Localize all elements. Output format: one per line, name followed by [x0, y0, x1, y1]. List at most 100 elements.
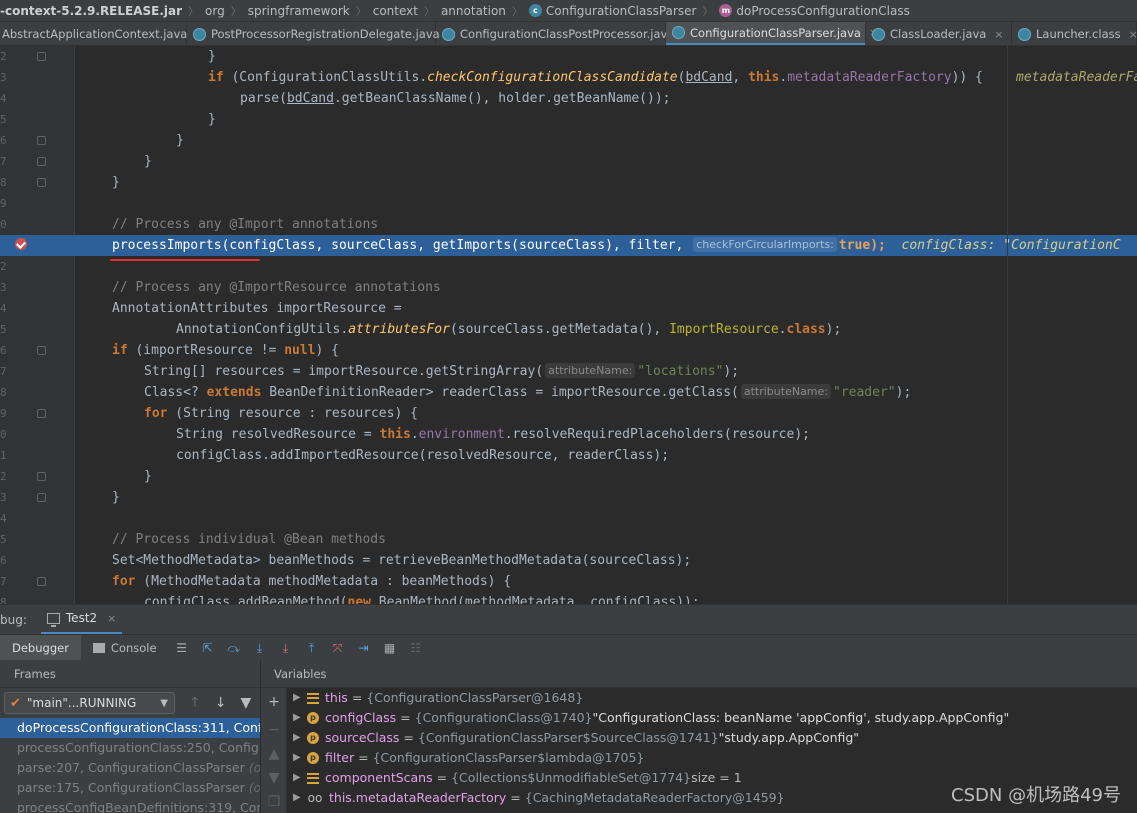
arrow-down-icon[interactable]: ↓: [215, 695, 227, 711]
line-number: 0: [0, 218, 7, 231]
close-icon[interactable]: ×: [107, 612, 116, 625]
variable-row[interactable]: ▶ this = {ConfigurationClassParser@1648}: [287, 688, 1137, 708]
filter-icon[interactable]: ▼: [240, 695, 251, 711]
breadcrumb-jar[interactable]: -context-5.2.9.RELEASE.jar: [0, 4, 182, 18]
fold-marker-icon[interactable]: [37, 409, 46, 418]
line-number: 7: [0, 365, 7, 378]
breadcrumb-separator-icon: 〉: [355, 4, 367, 18]
current-execution-line[interactable]: processImports(configClass, sourceClass,…: [0, 235, 1137, 256]
add-watch-icon[interactable]: +: [267, 694, 281, 710]
editor-gutter[interactable]: 2 3 4 5 6 7 8 9 0 1 2 3 4 5 6 7 8 9 0 1 …: [0, 46, 75, 604]
step-into-icon[interactable]: ⤓: [253, 641, 267, 655]
field-icon: [307, 772, 319, 784]
tab-abstract-application-context[interactable]: AbstractApplicationContext.java×: [0, 22, 205, 45]
force-step-into-icon[interactable]: ⤓: [279, 641, 293, 655]
tab-console-label: Console: [110, 640, 157, 655]
tab-class-loader[interactable]: ClassLoader.java ×: [866, 22, 1012, 45]
stack-frame[interactable]: parse:207, ConfigurationClassParser (org…: [0, 758, 260, 778]
console-icon: [92, 642, 105, 653]
expand-arrow-icon[interactable]: ▶: [293, 708, 307, 728]
trace-stream-icon[interactable]: ☷: [409, 641, 423, 655]
line-number: 5: [0, 323, 7, 336]
tab-console[interactable]: Console: [81, 635, 169, 661]
remove-watch-icon[interactable]: −: [267, 722, 281, 738]
tab-label: ConfigurationClassPostProcessor.java: [460, 27, 675, 41]
breadcrumb-separator-icon: 〉: [511, 4, 523, 18]
fold-marker-icon[interactable]: [37, 178, 46, 187]
code-line: }: [176, 133, 184, 148]
code-line: configClass.addImportedResource(resolved…: [176, 448, 670, 463]
variable-row[interactable]: ▶ p sourceClass = {ConfigurationClassParser$…: [287, 728, 1137, 748]
expand-arrow-icon[interactable]: ▶: [293, 788, 307, 808]
code-line: if (importResource != null) {: [112, 343, 339, 358]
class-icon: c: [528, 4, 542, 17]
run-to-cursor-icon[interactable]: ⇥: [357, 641, 371, 655]
line-number: 8: [0, 176, 7, 189]
code-line: Class<? extends BeanDefinitionReader> re…: [144, 384, 912, 400]
expand-arrow-icon[interactable]: ▶: [293, 728, 307, 748]
tab-post-processor-registration-delegate[interactable]: PostProcessorRegistrationDelegate.java×: [187, 22, 457, 45]
code-line: }: [144, 154, 152, 169]
step-out-icon[interactable]: ⤒: [305, 641, 319, 655]
fold-marker-icon[interactable]: [37, 346, 46, 355]
watch-glasses-icon: oo: [307, 791, 323, 805]
move-down-icon[interactable]: ▼: [267, 770, 281, 786]
breadcrumb-item-annotation[interactable]: annotation: [441, 4, 506, 18]
tab-configuration-class-parser[interactable]: ConfigurationClassParser.java×: [666, 22, 878, 45]
stack-frame[interactable]: parse:175, ConfigurationClassParser (org…: [0, 778, 260, 798]
step-over-icon[interactable]: ⤼: [227, 641, 241, 655]
frames-title: Frames: [0, 660, 260, 688]
tab-configuration-class-post-processor[interactable]: ConfigurationClassPostProcessor.java×: [436, 22, 692, 45]
variables-title: Variables: [261, 660, 1137, 688]
close-icon[interactable]: ×: [1129, 28, 1137, 41]
expand-arrow-icon[interactable]: ▶: [293, 688, 307, 708]
breadcrumb-class[interactable]: c ConfigurationClassParser: [528, 4, 696, 18]
breadcrumb-method[interactable]: m doProcessConfigurationClass: [719, 4, 910, 18]
fold-marker-icon[interactable]: [37, 493, 46, 502]
variable-row[interactable]: ▶ p filter = {ConfigurationClassParser$lambd…: [287, 748, 1137, 768]
layout-menu-icon[interactable]: ☰: [175, 641, 189, 655]
evaluate-expression-icon[interactable]: ▦: [383, 641, 397, 655]
stack-frame[interactable]: processConfigBeanDefinitions:319, Config: [0, 798, 260, 813]
fold-marker-icon[interactable]: [37, 136, 46, 145]
breadcrumb-item-org[interactable]: org: [205, 4, 225, 18]
tab-debugger[interactable]: Debugger: [0, 634, 81, 661]
code-editor[interactable]: 2 3 4 5 6 7 8 9 0 1 2 3 4 5 6 7 8 9 0 1 …: [0, 46, 1137, 604]
thread-select[interactable]: ✔ "main"...RUNNING ▼: [4, 692, 175, 714]
param-hint: attributeName:: [545, 363, 636, 378]
fold-marker-icon[interactable]: [37, 472, 46, 481]
thread-row: ✔ "main"...RUNNING ▼ ↑ ↓ ▼: [0, 688, 260, 718]
expand-arrow-icon[interactable]: ▶: [293, 768, 307, 788]
move-up-icon[interactable]: ▲: [267, 746, 281, 762]
fold-marker-icon[interactable]: [37, 52, 46, 61]
copy-icon[interactable]: ❐: [267, 794, 281, 810]
arrow-up-icon[interactable]: ↑: [189, 695, 201, 711]
run-config-tab[interactable]: Test2 ×: [40, 605, 123, 635]
code-line: parse(bdCand.getBeanClassName(), holder.…: [240, 91, 671, 106]
close-icon[interactable]: ×: [994, 28, 1003, 41]
line-number: 2: [0, 470, 7, 483]
breakpoint-icon[interactable]: [15, 238, 27, 250]
breadcrumb-separator-icon: 〉: [423, 4, 435, 18]
field-icon: [307, 692, 319, 704]
expand-arrow-icon[interactable]: ▶: [293, 748, 307, 768]
show-execution-point-icon[interactable]: ⇱: [201, 641, 215, 655]
fold-marker-icon[interactable]: [37, 577, 46, 586]
right-margin-guide: [1007, 46, 1008, 604]
parameter-icon: p: [307, 752, 319, 764]
stack-frame[interactable]: processConfigurationClass:250, Configura: [0, 738, 260, 758]
watermark: CSDN @机场路49号: [951, 785, 1121, 806]
code-area[interactable]: } if (ConfigurationClassUtils.checkConfi…: [0, 46, 1137, 604]
line-number: 2: [0, 260, 7, 273]
variable-row[interactable]: ▶ p configClass = {ConfigurationClass@1740} …: [287, 708, 1137, 728]
code-comment: // Process any @ImportResource annotatio…: [112, 280, 441, 295]
drop-frame-icon[interactable]: ⤧: [331, 641, 345, 655]
debug-tool-window-header: bug: Test2 ×: [0, 604, 1137, 635]
stack-frame[interactable]: doProcessConfigurationClass:311, Configu: [0, 718, 260, 738]
breadcrumb-item-springframework[interactable]: springframework: [248, 4, 350, 18]
breadcrumb-separator-icon: 〉: [230, 4, 242, 18]
tab-launcher[interactable]: Launcher.class ×: [1012, 22, 1137, 45]
breadcrumb-item-context[interactable]: context: [373, 4, 418, 18]
fold-marker-icon[interactable]: [37, 157, 46, 166]
code-comment: // Process individual @Bean methods: [112, 532, 386, 547]
